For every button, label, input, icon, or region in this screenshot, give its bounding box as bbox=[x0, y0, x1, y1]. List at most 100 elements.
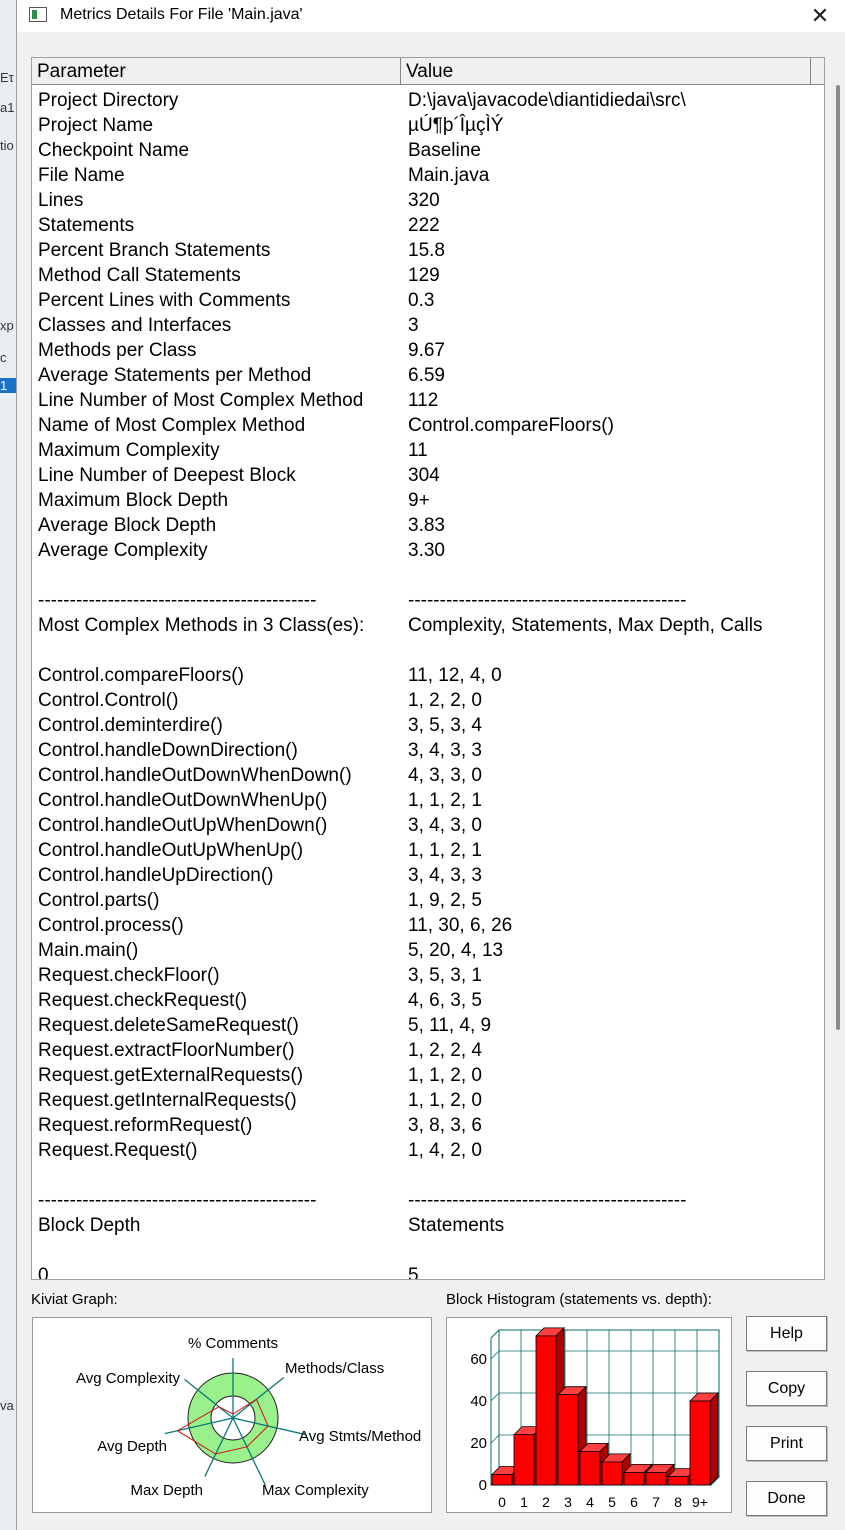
table-row[interactable] bbox=[38, 1238, 818, 1263]
table-row[interactable]: Main.main() 5, 20, 4, 13 bbox=[38, 938, 818, 963]
background-text: Eτ bbox=[0, 70, 14, 85]
table-row[interactable] bbox=[38, 1163, 818, 1188]
table-row[interactable]: Control.process() 11, 30, 6, 26 bbox=[38, 913, 818, 938]
table-row[interactable]: Average Complexity 3.30 bbox=[38, 538, 818, 563]
table-row[interactable]: Classes and Interfaces 3 bbox=[38, 313, 818, 338]
value-cell: 1, 1, 2, 1 bbox=[408, 840, 482, 861]
parameter-cell: Control.handleUpDirection() bbox=[38, 865, 274, 886]
table-row[interactable]: Request.checkFloor() 3, 5, 3, 1 bbox=[38, 963, 818, 988]
value-cell: 1, 9, 2, 5 bbox=[408, 890, 482, 911]
table-row[interactable]: Percent Branch Statements 15.8 bbox=[38, 238, 818, 263]
value-cell: 11, 30, 6, 26 bbox=[408, 915, 513, 936]
table-row[interactable]: Maximum Complexity 11 bbox=[38, 438, 818, 463]
histogram-bar bbox=[645, 1471, 667, 1486]
print-button[interactable]: Print bbox=[746, 1426, 827, 1461]
table-row[interactable]: Line Number of Most Complex Method 112 bbox=[38, 388, 818, 413]
table-row[interactable]: Request.getInternalRequests() 1, 1, 2, 0 bbox=[38, 1088, 818, 1113]
header-value[interactable]: Value bbox=[401, 58, 811, 85]
histogram-bar bbox=[579, 1450, 601, 1486]
table-row[interactable]: Percent Lines with Comments 0.3 bbox=[38, 288, 818, 313]
value-cell: 9.67 bbox=[408, 340, 445, 361]
table-row[interactable]: Checkpoint Name Baseline bbox=[38, 138, 818, 163]
value-cell: 129 bbox=[408, 265, 440, 286]
kiviat-axis-label: Max Complexity bbox=[262, 1482, 369, 1499]
table-row[interactable]: Control.compareFloors() 11, 12, 4, 0 bbox=[38, 663, 818, 688]
block-histogram-label: Block Histogram (statements vs. depth): bbox=[446, 1291, 712, 1308]
histogram-x-tick: 6 bbox=[630, 1494, 638, 1510]
value-cell: 3, 5, 3, 4 bbox=[408, 715, 482, 736]
parameter-cell: Request.deleteSameRequest() bbox=[38, 1015, 299, 1036]
table-row[interactable]: Average Block Depth 3.83 bbox=[38, 513, 818, 538]
parameter-cell: Maximum Complexity bbox=[38, 440, 220, 461]
value-cell: 112 bbox=[408, 390, 439, 411]
table-row[interactable]: Control.handleOutUpWhenDown() 3, 4, 3, 0 bbox=[38, 813, 818, 838]
parameter-cell: Control.Control() bbox=[38, 690, 179, 711]
table-row[interactable]: Control.handleDownDirection() 3, 4, 3, 3 bbox=[38, 738, 818, 763]
table-row[interactable]: Project Directory D:\java\javacode\dianti… bbox=[38, 88, 818, 113]
done-button[interactable]: Done bbox=[746, 1481, 827, 1516]
block-histogram: 60 40 20 0 0 1 2 3 4 5 6 7 8 9+ bbox=[446, 1317, 732, 1513]
help-button[interactable]: Help bbox=[746, 1316, 827, 1351]
table-row[interactable]: Control.deminterdire() 3, 5, 3, 4 bbox=[38, 713, 818, 738]
table-row[interactable]: Most Complex Methods in 3 Class(es): Comp… bbox=[38, 613, 818, 638]
table-row[interactable]: File Name Main.java bbox=[38, 163, 818, 188]
parameter-cell: Control.parts() bbox=[38, 890, 160, 911]
histogram-gridline bbox=[490, 1392, 500, 1402]
table-row[interactable]: ----------------------------------------… bbox=[38, 1188, 818, 1213]
table-row[interactable]: Request.extractFloorNumber() 1, 2, 2, 4 bbox=[38, 1038, 818, 1063]
parameter-cell: Request.getInternalRequests() bbox=[38, 1090, 297, 1111]
table-row[interactable]: Maximum Block Depth 9+ bbox=[38, 488, 818, 513]
kiviat-axis-label: Avg Complexity bbox=[76, 1370, 180, 1387]
table-row[interactable]: Control.handleOutDownWhenDown() 4, 3, 3, … bbox=[38, 763, 818, 788]
table-row[interactable]: Control.handleOutDownWhenUp() 1, 1, 2, 1 bbox=[38, 788, 818, 813]
histogram-y-tick: 0 bbox=[479, 1477, 487, 1494]
vertical-scrollbar[interactable] bbox=[833, 57, 841, 1280]
value-cell: Statements bbox=[408, 1215, 505, 1236]
table-row[interactable]: Control.Control() 1, 2, 2, 0 bbox=[38, 688, 818, 713]
table-row[interactable]: Request.Request() 1, 4, 2, 0 bbox=[38, 1138, 818, 1163]
histogram-x-tick: 8 bbox=[674, 1494, 682, 1510]
table-row[interactable]: Average Statements per Method 6.59 bbox=[38, 363, 818, 388]
copy-button[interactable]: Copy bbox=[746, 1371, 827, 1406]
histogram-x-tick: 9+ bbox=[692, 1494, 708, 1510]
value-cell: 3.30 bbox=[408, 540, 445, 561]
close-button[interactable]: ✕ bbox=[804, 2, 836, 30]
table-row[interactable]: Name of Most Complex Method Control.compa… bbox=[38, 413, 818, 438]
header-parameter[interactable]: Parameter bbox=[32, 58, 401, 85]
parameter-cell: ----------------------------------------… bbox=[38, 590, 317, 611]
metrics-report-list[interactable]: Parameter Value Project Directory D:\java… bbox=[31, 57, 825, 1280]
parameter-cell: Request.getExternalRequests() bbox=[38, 1065, 304, 1086]
table-row[interactable]: Method Call Statements 129 bbox=[38, 263, 818, 288]
histogram-y-tick: 20 bbox=[470, 1435, 487, 1452]
table-row[interactable]: Control.handleOutUpWhenUp() 1, 1, 2, 1 bbox=[38, 838, 818, 863]
table-row[interactable]: Control.handleUpDirection() 3, 4, 3, 3 bbox=[38, 863, 818, 888]
table-row[interactable]: 05 bbox=[38, 1263, 818, 1279]
kiviat-graph: % Comments Methods/Class Avg Stmts/Method M… bbox=[32, 1317, 432, 1513]
table-row[interactable]: Line Number of Deepest Block 304 bbox=[38, 463, 818, 488]
histogram-bar bbox=[689, 1400, 711, 1486]
table-row[interactable]: Request.deleteSameRequest() 5, 11, 4, 9 bbox=[38, 1013, 818, 1038]
table-row[interactable]: Statements 222 bbox=[38, 213, 818, 238]
table-row[interactable]: Request.checkRequest() 4, 6, 3, 5 bbox=[38, 988, 818, 1013]
parameter-cell: Line Number of Most Complex Method bbox=[38, 390, 364, 411]
scrollbar-thumb[interactable] bbox=[836, 85, 840, 1030]
background-text: xp bbox=[0, 318, 14, 333]
parameter-cell: Control.handleOutDownWhenDown() bbox=[38, 765, 352, 786]
histogram-x-tick: 1 bbox=[520, 1494, 528, 1510]
table-row[interactable] bbox=[38, 563, 818, 588]
parameter-cell: Request.reformRequest() bbox=[38, 1115, 253, 1136]
value-cell: ----------------------------------------… bbox=[408, 590, 687, 611]
table-row[interactable]: Request.reformRequest() 3, 8, 3, 6 bbox=[38, 1113, 818, 1138]
histogram-gridline bbox=[490, 1329, 500, 1339]
table-row[interactable]: Methods per Class 9.67 bbox=[38, 338, 818, 363]
histogram-bar bbox=[667, 1476, 689, 1486]
value-cell: 3, 4, 3, 3 bbox=[408, 865, 482, 886]
metrics-details-window: Metrics Details For File 'Main.java' ✕ P… bbox=[16, 0, 845, 1530]
table-row[interactable]: Block Depth Statements bbox=[38, 1213, 818, 1238]
table-row[interactable]: ----------------------------------------… bbox=[38, 588, 818, 613]
table-row[interactable]: Lines 320 bbox=[38, 188, 818, 213]
table-row[interactable]: Request.getExternalRequests() 1, 1, 2, 0 bbox=[38, 1063, 818, 1088]
table-row[interactable]: Project Name µÚ¶þ´ÎµçÌÝ bbox=[38, 113, 818, 138]
table-row[interactable] bbox=[38, 638, 818, 663]
table-row[interactable]: Control.parts() 1, 9, 2, 5 bbox=[38, 888, 818, 913]
